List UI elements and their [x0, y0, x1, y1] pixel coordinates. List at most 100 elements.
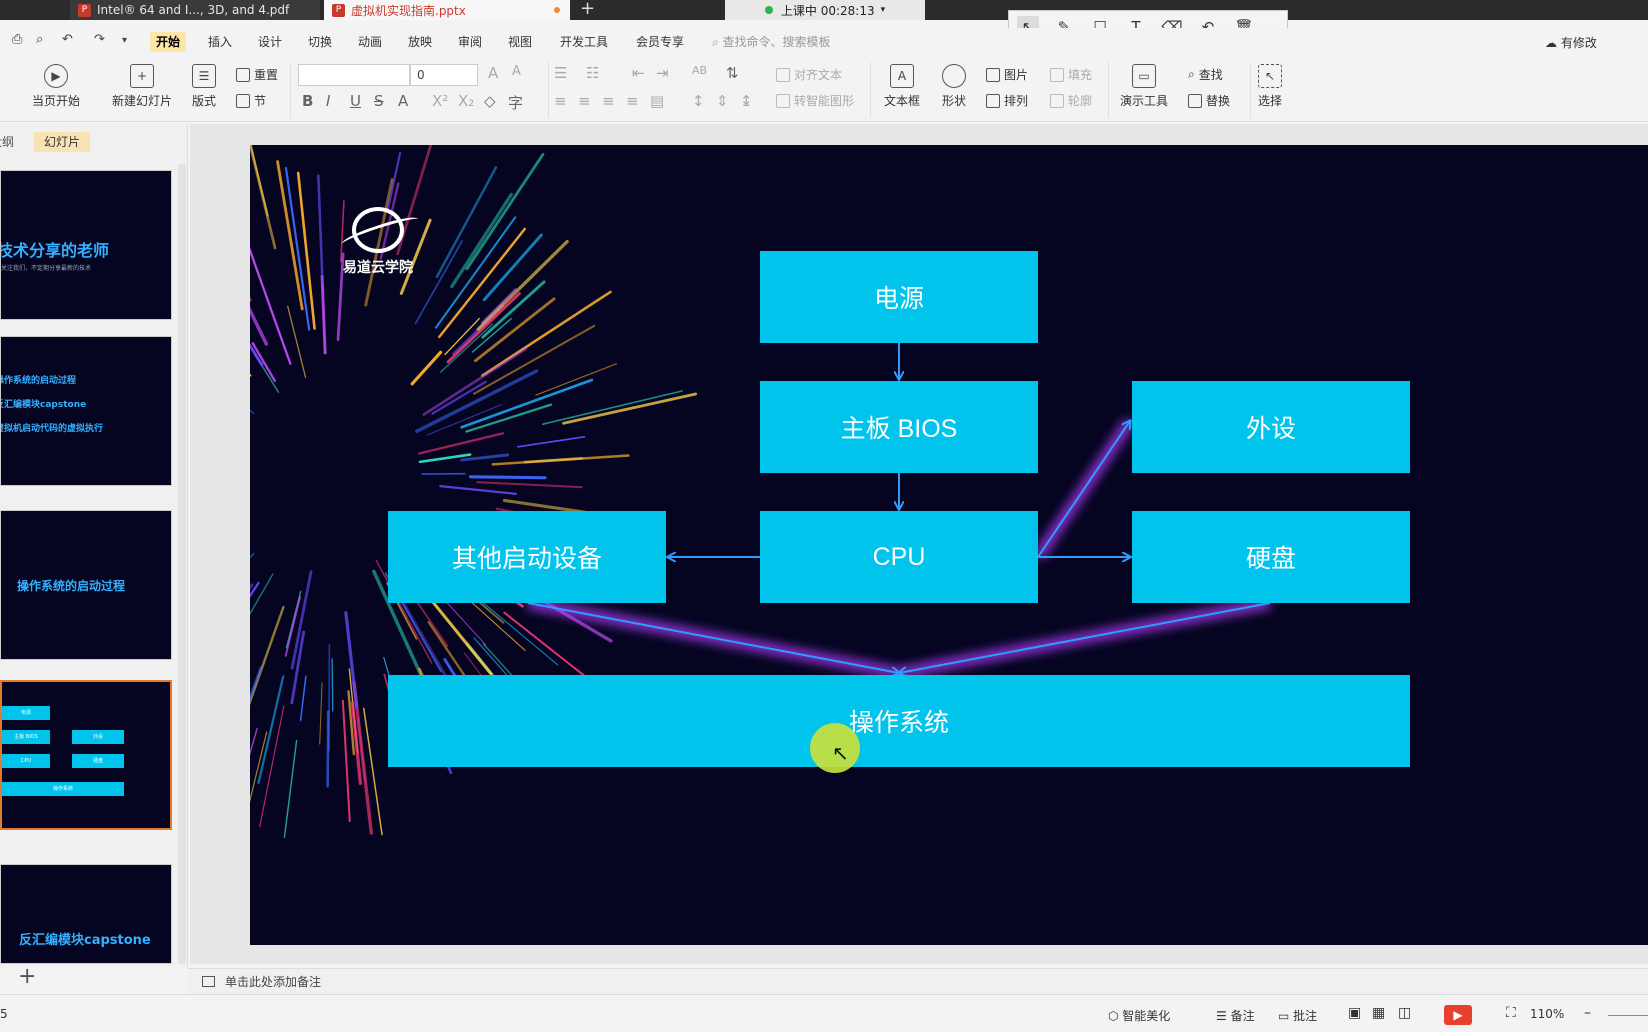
- print-preview-icon[interactable]: ⌕: [36, 32, 43, 47]
- slide-thumbnail-5[interactable]: 反汇编模块capstone: [0, 864, 172, 964]
- sorter-view-icon[interactable]: ▦: [1372, 1005, 1385, 1021]
- align-text-button[interactable]: 对齐文本: [776, 66, 842, 83]
- box-other-boot-devices[interactable]: 其他启动设备: [388, 511, 666, 603]
- menu-developer[interactable]: 开发工具: [554, 32, 614, 52]
- play-from-current-button[interactable]: ▶ 当页开始: [32, 64, 80, 109]
- italic-icon[interactable]: I: [326, 92, 330, 110]
- slide-thumbnail-3[interactable]: 操作系统的启动过程: [0, 510, 172, 660]
- new-slide-button[interactable]: + 新建幻灯片: [112, 64, 172, 109]
- zoom-slider[interactable]: [1608, 1015, 1648, 1016]
- reading-view-icon[interactable]: ◫: [1398, 1005, 1411, 1021]
- font-size-select[interactable]: 0: [410, 64, 478, 86]
- fit-window-icon[interactable]: ⛶: [1506, 1005, 1516, 1021]
- box-hard-disk[interactable]: 硬盘: [1132, 511, 1410, 603]
- starburst-ray: [251, 342, 276, 383]
- thumb-box: 电源: [2, 706, 50, 720]
- zoom-out-icon[interactable]: –: [1584, 1005, 1591, 1021]
- notes-bar[interactable]: 单击此处添加备注: [188, 968, 1648, 994]
- menu-home[interactable]: 开始: [150, 32, 187, 52]
- grow-font-icon[interactable]: A: [488, 64, 498, 82]
- bold-icon[interactable]: B: [302, 92, 313, 110]
- box-operating-system[interactable]: 操作系统: [388, 675, 1410, 767]
- section-button[interactable]: 节: [236, 92, 266, 109]
- text-direction-icon[interactable]: AB: [692, 64, 707, 77]
- comment-button[interactable]: ▭ 批注: [1278, 1007, 1317, 1024]
- slide-thumbnail-2[interactable]: 操作系统的启动过程 反汇编模块capstone 虚拟机启动代码的虚拟执行: [0, 336, 172, 486]
- shrink-font-icon[interactable]: A: [512, 64, 521, 79]
- thumbnail-scrollbar[interactable]: [178, 164, 186, 964]
- customize-chevron-icon[interactable]: ▾: [122, 35, 127, 46]
- menu-design[interactable]: 设计: [252, 32, 288, 52]
- reset-button[interactable]: 重置: [236, 66, 278, 83]
- clear-format-icon[interactable]: ◇: [484, 92, 496, 110]
- normal-view-icon[interactable]: ▣: [1348, 1005, 1361, 1021]
- layout-button[interactable]: ☰ 版式: [192, 64, 216, 109]
- decrease-indent-icon[interactable]: ⇤: [632, 64, 645, 82]
- phonetic-icon[interactable]: 字: [508, 92, 523, 113]
- paragraph-spacing-icon[interactable]: ⇕: [716, 92, 729, 110]
- tab-slides[interactable]: 幻灯片: [34, 132, 91, 152]
- menu-view[interactable]: 视图: [502, 32, 538, 52]
- sort-icon[interactable]: ⇅: [726, 64, 739, 82]
- redo-icon[interactable]: ↷: [94, 32, 105, 47]
- add-slide-plus-icon[interactable]: +: [18, 964, 36, 989]
- textbox-button[interactable]: A 文本框: [884, 64, 920, 109]
- distribute-icon[interactable]: ▤: [650, 92, 664, 110]
- recording-status[interactable]: 上课中 00:28:13 ▾: [725, 0, 925, 20]
- shape-button[interactable]: 形状: [942, 64, 966, 109]
- box-power[interactable]: 电源: [760, 251, 1038, 343]
- spacing-more-icon[interactable]: ↨: [740, 92, 753, 110]
- font-name-select[interactable]: [298, 64, 410, 86]
- smart-beautify-button[interactable]: ⬡ 智能美化: [1108, 1007, 1170, 1024]
- font-color-icon[interactable]: A: [398, 92, 408, 110]
- menu-transition[interactable]: 切换: [302, 32, 338, 52]
- tab-outline[interactable]: 大纲: [0, 132, 24, 152]
- presenter-tools-button[interactable]: ▭ 演示工具: [1120, 64, 1168, 109]
- line-spacing-icon[interactable]: ↕: [692, 92, 705, 110]
- menu-review[interactable]: 审阅: [452, 32, 488, 52]
- underline-icon[interactable]: U: [350, 92, 361, 110]
- menu-slideshow[interactable]: 放映: [402, 32, 438, 52]
- select-icon: ↖: [1258, 64, 1282, 88]
- smartart-icon: [776, 93, 790, 108]
- textbox-icon: A: [890, 64, 914, 88]
- play-slideshow-button[interactable]: ▶: [1444, 1005, 1472, 1025]
- superscript-icon[interactable]: X²: [432, 92, 448, 110]
- increase-indent-icon[interactable]: ⇥: [656, 64, 669, 82]
- box-cpu[interactable]: CPU: [760, 511, 1038, 603]
- menu-member[interactable]: 会员专享: [630, 32, 690, 52]
- bullet-list-icon[interactable]: ☰: [554, 64, 567, 82]
- new-tab-plus-icon[interactable]: +: [580, 0, 595, 20]
- justify-icon[interactable]: ≡: [626, 92, 639, 110]
- picture-button[interactable]: 图片: [986, 66, 1028, 83]
- find-button[interactable]: ⌕ 查找: [1188, 66, 1223, 83]
- notes-toggle-button[interactable]: ☰ 备注: [1216, 1007, 1255, 1024]
- slide-thumbnail-1[interactable]: 技术分享的老师 关注我们，不定期分享最新的技术: [0, 170, 172, 320]
- align-right-icon[interactable]: ≡: [602, 92, 615, 110]
- slide-thumbnail-4[interactable]: 电源 主板 BIOS 外设 CPU 硬盘 操作系统: [0, 680, 172, 830]
- command-search[interactable]: ⌕ 查找命令、搜索模板: [712, 33, 831, 50]
- convert-smartart-button[interactable]: 转智能图形: [776, 92, 854, 109]
- tab-pdf-document[interactable]: P Intel® 64 and I..., 3D, and 4.pdf: [70, 0, 320, 20]
- box-motherboard-bios[interactable]: 主板 BIOS: [760, 381, 1038, 473]
- align-center-icon[interactable]: ≡: [578, 92, 591, 110]
- starburst-ray: [417, 432, 505, 455]
- fill-button[interactable]: 填充: [1050, 66, 1092, 83]
- menu-animation[interactable]: 动画: [352, 32, 388, 52]
- menu-insert[interactable]: 插入: [202, 32, 238, 52]
- arrange-button[interactable]: 排列: [986, 92, 1028, 109]
- print-icon[interactable]: ⎙: [12, 32, 22, 47]
- zoom-level[interactable]: 110%: [1530, 1007, 1564, 1021]
- box-peripheral[interactable]: 外设: [1132, 381, 1410, 473]
- select-button[interactable]: ↖ 选择: [1258, 64, 1282, 109]
- strikethrough-icon[interactable]: S: [374, 92, 384, 110]
- tab-pptx-document[interactable]: P 虚拟机实现指南.pptx: [324, 0, 570, 20]
- align-left-icon[interactable]: ≡: [554, 92, 567, 110]
- undo-icon[interactable]: ↶: [62, 32, 73, 47]
- current-slide[interactable]: 易道云学院 电源 主板 BIOS 外设 其他启动设备 CPU 硬盘 操作系统 ↖: [250, 145, 1648, 945]
- subscript-icon[interactable]: X₂: [458, 92, 474, 110]
- outline-button[interactable]: 轮廓: [1050, 92, 1092, 109]
- replace-button[interactable]: 替换: [1188, 92, 1230, 109]
- cloud-sync-status[interactable]: ☁ 有修改: [1545, 34, 1597, 51]
- numbered-list-icon[interactable]: ☷: [586, 64, 599, 82]
